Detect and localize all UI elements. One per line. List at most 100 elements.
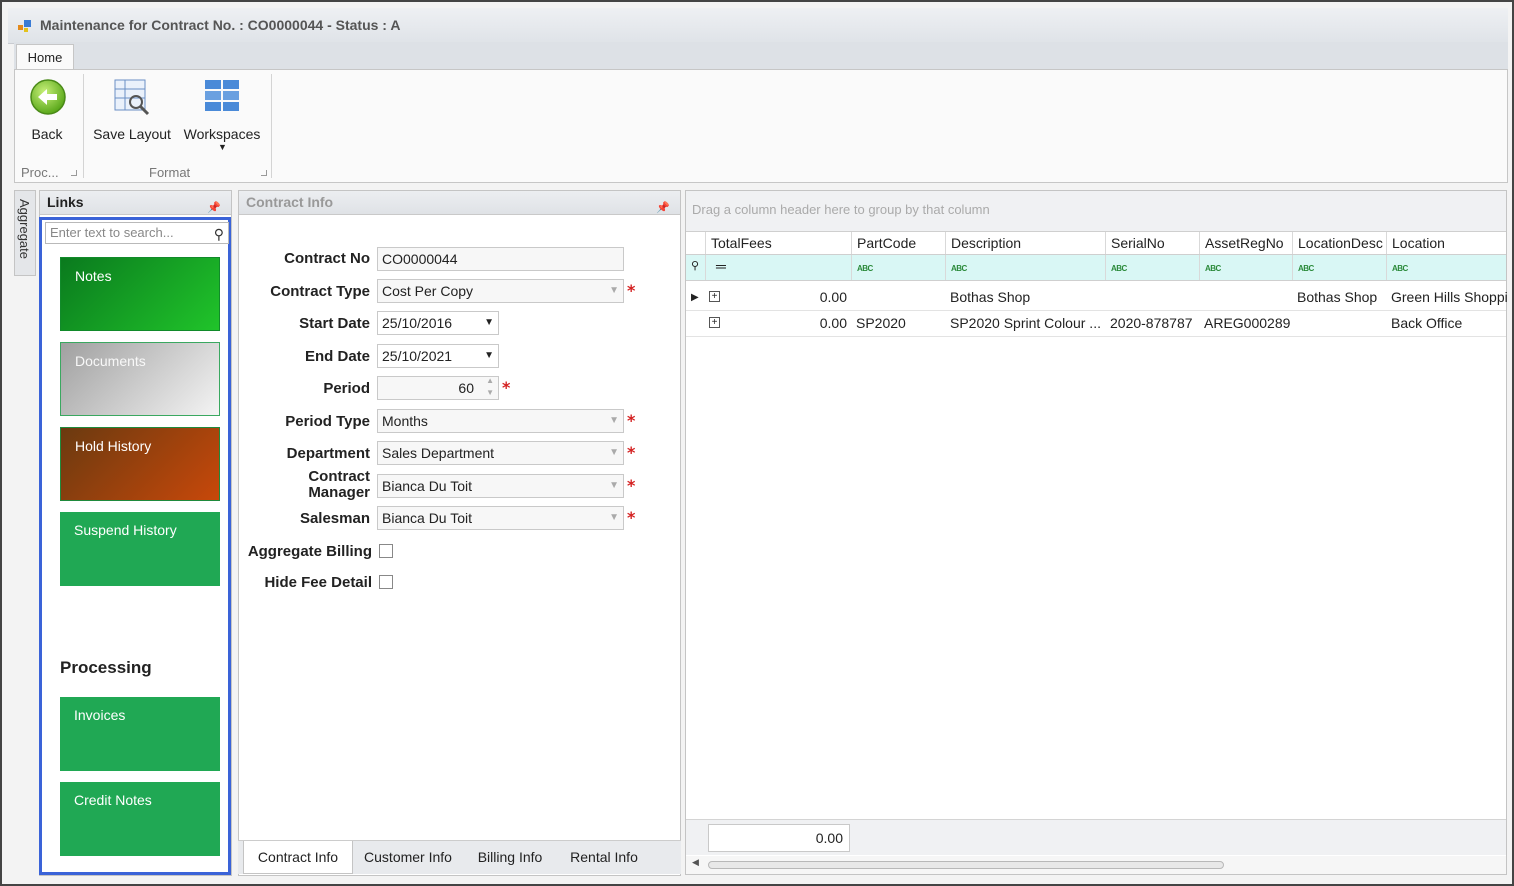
spin-down-icon[interactable]: ▼ bbox=[486, 386, 494, 400]
scroll-left-icon[interactable]: ◀ bbox=[692, 858, 699, 868]
contract-manager-select[interactable]: Bianca Du Toit ▼ bbox=[377, 474, 624, 498]
tab-billing-info[interactable]: Billing Info bbox=[466, 841, 554, 874]
cell-description: SP2020 Sprint Colour ... bbox=[950, 315, 1101, 331]
cell-locationdesc bbox=[1292, 311, 1386, 336]
expand-cell[interactable]: + 0.00 bbox=[705, 285, 851, 310]
tab-rental-info[interactable]: Rental Info bbox=[560, 841, 648, 874]
filter-cell[interactable]: ABC bbox=[1386, 255, 1508, 280]
tile-hold-history[interactable]: Hold History bbox=[60, 427, 220, 501]
table-row[interactable]: + 0.00 SP2020 SP2020 Sprint Colour ... 2… bbox=[686, 311, 1506, 337]
save-layout-button[interactable]: Save Layout bbox=[91, 74, 173, 144]
cell-totalfees: 0.00 bbox=[819, 289, 847, 305]
tab-customer-info[interactable]: Customer Info bbox=[356, 841, 460, 874]
department-select[interactable]: Sales Department ▼ bbox=[377, 441, 624, 465]
cell-serialno bbox=[1105, 285, 1199, 310]
grid-footer: 0.00 bbox=[686, 819, 1506, 855]
dropdown-arrow-icon[interactable]: ▼ bbox=[609, 410, 619, 432]
processing-header: Processing bbox=[60, 658, 152, 677]
dropdown-arrow-icon[interactable]: ▼ bbox=[484, 312, 494, 334]
cell-description: Bothas Shop bbox=[950, 289, 1031, 305]
app-icon bbox=[18, 20, 31, 32]
expand-icon[interactable]: + bbox=[709, 291, 720, 302]
period-type-select[interactable]: Months ▼ bbox=[377, 409, 624, 433]
required-marker: * bbox=[627, 443, 636, 462]
filter-equals-icon[interactable]: ═ bbox=[705, 255, 851, 280]
dropdown-arrow-icon[interactable]: ▼ bbox=[609, 442, 619, 464]
tile-credit-notes[interactable]: Credit Notes bbox=[60, 782, 220, 856]
expand-icon[interactable]: + bbox=[709, 317, 720, 328]
tab-home[interactable]: Home bbox=[16, 44, 74, 71]
table-row[interactable]: ▶ + 0.00 Bothas Shop Bothas Shop Green H… bbox=[686, 285, 1508, 311]
contract-manager-label-line2: Manager bbox=[308, 484, 370, 501]
aggregate-side-tab[interactable]: Aggregate bbox=[14, 190, 36, 276]
total-fees-summary: 0.00 bbox=[708, 824, 850, 852]
links-search-input[interactable]: Enter text to search... ⚲ bbox=[45, 222, 229, 244]
column-header-partcode[interactable]: PartCode bbox=[851, 232, 945, 254]
text-filter-icon: ABC bbox=[1205, 264, 1221, 273]
filter-cell[interactable]: ABC bbox=[1292, 255, 1386, 280]
text-filter-icon: ABC bbox=[1298, 264, 1314, 273]
column-header-serialno[interactable]: SerialNo bbox=[1105, 232, 1199, 254]
column-header-location[interactable]: Location bbox=[1386, 232, 1508, 254]
contract-info-tabs: Contract Info Customer Info Billing Info… bbox=[238, 840, 681, 874]
group-by-panel[interactable]: Drag a column header here to group by th… bbox=[686, 191, 1506, 231]
save-layout-icon bbox=[114, 79, 150, 116]
title-bar: Maintenance for Contract No. : CO0000044… bbox=[8, 8, 1508, 44]
filter-cell[interactable]: ABC bbox=[1105, 255, 1199, 280]
search-placeholder: Enter text to search... bbox=[50, 225, 174, 240]
aggregate-billing-checkbox[interactable] bbox=[379, 544, 393, 558]
text-filter-icon: ABC bbox=[951, 264, 967, 273]
tile-suspend-history[interactable]: Suspend History bbox=[60, 512, 220, 586]
hide-fee-detail-checkbox[interactable] bbox=[379, 575, 393, 589]
column-header-locationdesc[interactable]: LocationDesc bbox=[1292, 232, 1386, 254]
expand-cell[interactable]: + 0.00 bbox=[705, 311, 851, 336]
dropdown-arrow-icon[interactable]: ▼ bbox=[609, 280, 619, 302]
filter-cell[interactable]: ABC bbox=[945, 255, 1105, 280]
filter-cell[interactable]: ABC bbox=[1199, 255, 1292, 280]
tile-label: Suspend History bbox=[74, 522, 177, 538]
required-marker: * bbox=[627, 476, 636, 495]
column-header-description[interactable]: Description bbox=[945, 232, 1105, 254]
dropdown-arrow-icon[interactable]: ▼ bbox=[609, 475, 619, 497]
filter-pin-icon: ⚲ bbox=[691, 260, 700, 272]
cell-totalfees: 0.00 bbox=[819, 315, 847, 331]
column-header-assetregno[interactable]: AssetRegNo bbox=[1199, 232, 1292, 254]
contract-type-select[interactable]: Cost Per Copy ▼ bbox=[377, 279, 624, 303]
aggregate-billing-label: Aggregate Billing bbox=[247, 543, 372, 560]
pin-icon[interactable]: 📌 bbox=[656, 197, 670, 220]
required-marker: * bbox=[627, 281, 636, 300]
dropdown-arrow-icon[interactable]: ▼ bbox=[484, 345, 494, 367]
contract-manager-label: Contract Manager bbox=[230, 469, 370, 501]
dialog-launcher-icon[interactable] bbox=[71, 170, 77, 176]
search-icon[interactable]: ⚲ bbox=[214, 224, 224, 244]
cell-assetregno: AREG000289 bbox=[1204, 315, 1291, 331]
dropdown-arrow-icon[interactable]: ▼ bbox=[609, 507, 619, 529]
filter-cell[interactable]: ABC bbox=[851, 255, 945, 280]
salesman-label: Salesman bbox=[299, 510, 370, 527]
start-date-value: 25/10/2016 bbox=[382, 315, 453, 331]
start-date-picker[interactable]: 25/10/2016 ▼ bbox=[377, 311, 499, 335]
tile-label: Notes bbox=[75, 268, 112, 284]
scrollbar-thumb[interactable] bbox=[708, 861, 1224, 869]
tile-invoices[interactable]: Invoices bbox=[60, 697, 220, 771]
horizontal-scrollbar[interactable]: ◀ bbox=[686, 856, 1506, 874]
contract-type-value: Cost Per Copy bbox=[382, 283, 474, 299]
salesman-select[interactable]: Bianca Du Toit ▼ bbox=[377, 506, 624, 530]
period-spinner[interactable]: 60 ▲ ▼ bbox=[377, 376, 499, 400]
tile-label: Credit Notes bbox=[74, 792, 152, 808]
end-date-picker[interactable]: 25/10/2021 ▼ bbox=[377, 344, 499, 368]
tile-notes[interactable]: Notes bbox=[60, 257, 220, 331]
start-date-label: Start Date bbox=[299, 315, 370, 332]
ribbon: Back Save Layout Workspaces ▼ Proc... Fo… bbox=[14, 69, 1508, 183]
tab-contract-info[interactable]: Contract Info bbox=[243, 841, 353, 874]
tile-label: Hold History bbox=[75, 438, 152, 454]
back-button[interactable]: Back bbox=[19, 74, 75, 144]
fees-grid: Drag a column header here to group by th… bbox=[685, 190, 1508, 875]
tile-documents[interactable]: Documents bbox=[60, 342, 220, 416]
links-content: Enter text to search... ⚲ Notes Document… bbox=[39, 217, 231, 875]
column-header-totalfees[interactable]: TotalFees bbox=[705, 232, 851, 254]
contract-no-field[interactable]: CO0000044 bbox=[377, 247, 624, 271]
workspaces-button[interactable]: Workspaces ▼ bbox=[181, 74, 263, 156]
cell-location: Green Hills Shoppin bbox=[1391, 289, 1508, 305]
dialog-launcher-icon[interactable] bbox=[261, 170, 267, 176]
